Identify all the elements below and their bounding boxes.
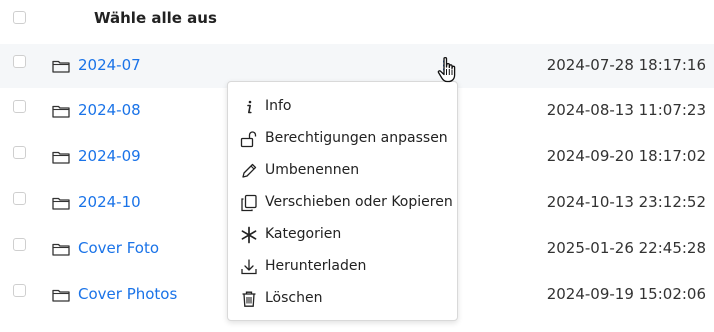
modified-timestamp: 2024-09-19 15:02:06 xyxy=(546,285,706,303)
menu-item-move-copy[interactable]: Verschieben oder Kopieren xyxy=(228,187,457,219)
folder-name-link[interactable]: 2024-09 xyxy=(78,147,141,165)
row-checkbox[interactable] xyxy=(13,55,26,68)
file-list-page: Wähle alle aus 2024-07 2024-07-28 18:17:… xyxy=(0,0,714,332)
modified-timestamp: 2024-08-13 11:07:23 xyxy=(546,101,706,119)
select-all-label[interactable]: Wähle alle aus xyxy=(94,9,217,27)
info-icon xyxy=(247,100,252,114)
menu-item-categories[interactable]: Kategorien xyxy=(228,219,457,251)
row-checkbox[interactable] xyxy=(13,284,26,297)
folder-name-link[interactable]: Cover Photos xyxy=(78,285,177,303)
list-header: Wähle alle aus xyxy=(0,0,714,40)
context-menu: Info Berechtigungen anpassen Umbenennen … xyxy=(227,81,458,321)
folder-name-link[interactable]: 2024-10 xyxy=(78,193,141,211)
menu-item-permissions[interactable]: Berechtigungen anpassen xyxy=(228,123,457,155)
download-icon xyxy=(241,259,257,275)
asterisk-icon xyxy=(241,226,257,244)
folder-name-link[interactable]: 2024-08 xyxy=(78,101,141,119)
menu-item-download[interactable]: Herunterladen xyxy=(228,251,457,283)
pencil-icon xyxy=(242,163,257,178)
folder-icon xyxy=(52,197,70,210)
folder-icon xyxy=(52,60,70,73)
select-all-checkbox[interactable] xyxy=(13,11,26,24)
row-checkbox[interactable] xyxy=(13,146,26,159)
modified-timestamp: 2024-10-13 23:12:52 xyxy=(546,193,706,211)
folder-icon xyxy=(52,289,70,302)
modified-timestamp: 2025-01-26 22:45:28 xyxy=(546,239,706,257)
modified-timestamp: 2024-09-20 18:17:02 xyxy=(546,147,706,165)
menu-item-info[interactable]: Info xyxy=(228,91,457,123)
menu-item-label: Herunterladen xyxy=(265,258,367,274)
modified-timestamp: 2024-07-28 18:17:16 xyxy=(546,56,706,74)
menu-item-label: Umbenennen xyxy=(265,162,360,178)
more-options-icon[interactable] xyxy=(438,60,450,74)
folder-name-link[interactable]: Cover Foto xyxy=(78,239,159,257)
menu-item-label: Löschen xyxy=(265,290,323,306)
folder-icon xyxy=(52,151,70,164)
folder-name-link[interactable]: 2024-07 xyxy=(78,56,141,74)
folder-icon xyxy=(52,105,70,118)
row-checkbox[interactable] xyxy=(13,238,26,251)
folder-icon xyxy=(52,243,70,256)
row-checkbox[interactable] xyxy=(13,192,26,205)
trash-icon xyxy=(242,291,256,307)
unlock-icon xyxy=(240,131,257,148)
menu-item-delete[interactable]: Löschen xyxy=(228,283,457,315)
menu-item-rename[interactable]: Umbenennen xyxy=(228,155,457,187)
menu-item-label: Info xyxy=(265,98,292,114)
menu-item-label: Kategorien xyxy=(265,226,342,242)
row-checkbox[interactable] xyxy=(13,100,26,113)
menu-item-label: Berechtigungen anpassen xyxy=(265,130,448,146)
menu-item-label: Verschieben oder Kopieren xyxy=(265,194,453,210)
copy-icon xyxy=(241,194,257,212)
